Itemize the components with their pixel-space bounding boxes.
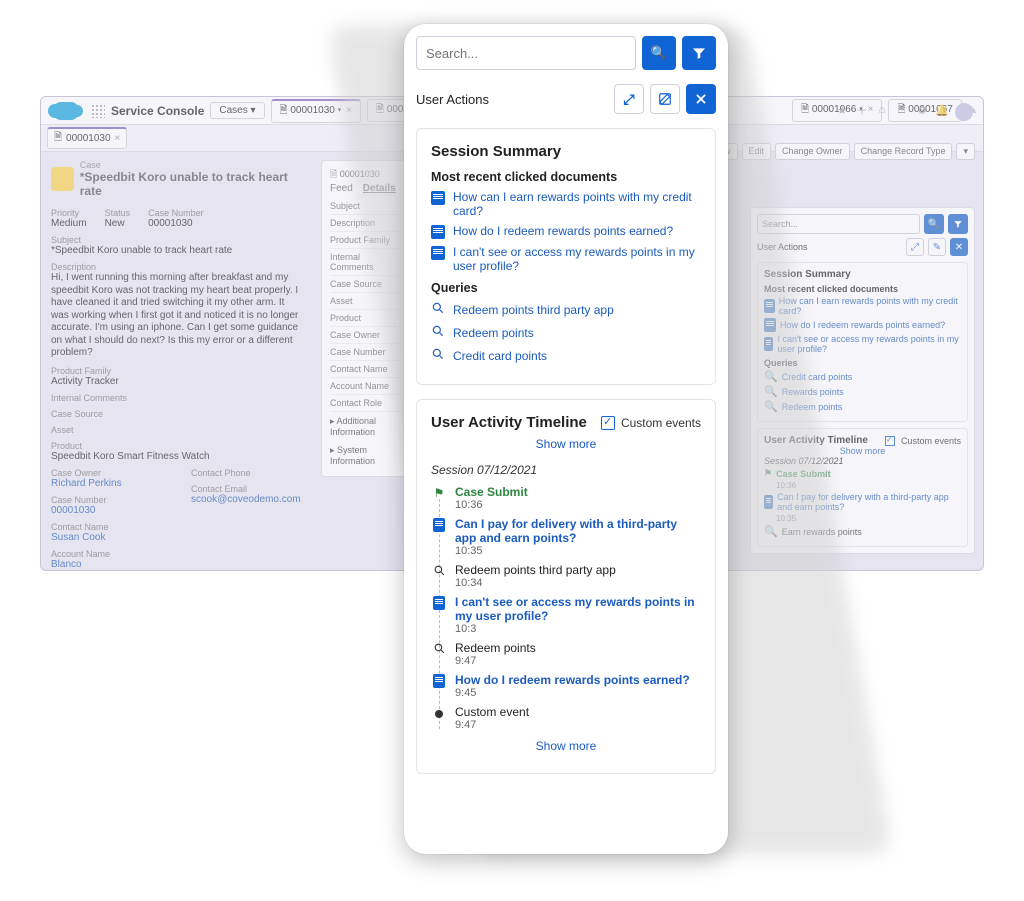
expand-icon	[623, 91, 634, 108]
document-icon	[431, 191, 445, 205]
document-icon	[431, 246, 445, 260]
salesforce-logo-icon	[53, 102, 79, 120]
event-dot-icon	[431, 706, 447, 718]
document-icon	[431, 596, 447, 610]
search-icon	[431, 324, 445, 341]
case-owner-link[interactable]: Richard Perkins	[51, 478, 161, 489]
more-actions-button[interactable]: ▾	[956, 143, 975, 160]
custom-events-checkbox[interactable]: Custom events	[601, 416, 701, 430]
case-icon	[51, 167, 74, 191]
question-icon: ?	[895, 103, 909, 117]
avatar-icon	[955, 103, 973, 121]
mini-expand-icon[interactable]: ⤢	[906, 238, 924, 256]
session-summary-card: Session Summary Most recent clicked docu…	[416, 128, 716, 385]
home-icon: ⌂	[875, 103, 889, 117]
timeline-item: Can I pay for delivery with a third-part…	[431, 513, 701, 559]
close-button[interactable]	[686, 84, 716, 114]
case-highlight-panel: Case *Speedbit Koro unable to track hear…	[41, 152, 311, 569]
close-icon	[694, 92, 708, 106]
case-title: *Speedbit Koro unable to track heart rat…	[80, 170, 301, 198]
query-item[interactable]: Redeem points third party app	[431, 301, 701, 318]
show-more-bottom[interactable]: Show more	[431, 733, 701, 759]
mini-session-summary-title: Session Summary	[764, 269, 961, 280]
user-activity-timeline-card: User Activity Timeline Custom events Sho…	[416, 399, 716, 774]
timeline-doc-link[interactable]: Can I pay for delivery with a third-part…	[455, 517, 701, 545]
app-launcher-icon[interactable]	[91, 104, 105, 118]
timeline-item: Custom event9:47	[431, 701, 701, 733]
search-icon	[431, 564, 447, 577]
queries-header: Queries	[431, 281, 701, 295]
search-icon	[431, 642, 447, 655]
user-actions-popup: User Actions Session Summary Most recent…	[404, 24, 728, 854]
record-type-label: Case	[80, 160, 301, 170]
case-description: Hi, I went running this morning after br…	[51, 272, 301, 360]
timeline-item: Redeem points third party app10:34	[431, 559, 701, 591]
timeline-item: ⚑ Case Submit10:36	[431, 481, 701, 513]
document-icon	[431, 518, 447, 532]
timeline-item: Redeem points9:47	[431, 637, 701, 669]
search-input[interactable]	[416, 36, 636, 70]
show-more-top[interactable]: Show more	[431, 431, 701, 457]
plus-icon: ＋	[855, 103, 869, 117]
timeline-doc-link[interactable]: How do I redeem rewards points earned?	[455, 673, 690, 687]
clicked-doc-link[interactable]: How do I redeem rewards points earned?	[431, 224, 701, 239]
search-icon	[651, 45, 667, 61]
timeline-list: ⚑ Case Submit10:36 Can I pay for deliver…	[431, 481, 701, 733]
document-icon	[431, 674, 447, 688]
edit-button[interactable]	[650, 84, 680, 114]
change-record-type-button[interactable]: Change Record Type	[854, 143, 953, 160]
query-item[interactable]: Redeem points	[431, 324, 701, 341]
global-header-icons: ★ ＋ ⌂ ? ⚙ 🔔	[835, 103, 973, 121]
bell-icon: 🔔	[935, 103, 949, 117]
document-icon	[431, 225, 445, 239]
mini-edit-icon[interactable]: ✎	[928, 238, 946, 256]
filter-button[interactable]	[682, 36, 716, 70]
nav-cases[interactable]: Cases ▾	[210, 102, 264, 119]
checkbox-icon	[601, 416, 615, 430]
contact-email-link[interactable]: scook@coveodemo.com	[191, 494, 301, 505]
flag-icon: ⚑	[431, 486, 447, 500]
account-name-link[interactable]: Blanco	[51, 559, 161, 570]
session-summary-title: Session Summary	[431, 143, 701, 160]
app-name: Service Console	[111, 104, 204, 118]
clicked-doc-link[interactable]: I can't see or access my rewards points …	[431, 245, 701, 273]
case-number-link[interactable]: 00001030	[51, 505, 161, 516]
search-button[interactable]	[642, 36, 676, 70]
change-owner-button[interactable]: Change Owner	[775, 143, 850, 160]
timeline-title: User Activity Timeline	[431, 414, 587, 431]
search-icon	[431, 347, 445, 364]
query-item[interactable]: Credit card points	[431, 347, 701, 364]
expand-button[interactable]	[614, 84, 644, 114]
funnel-icon	[691, 45, 707, 61]
timeline-item: I can't see or access my rewards points …	[431, 591, 701, 637]
contact-name-link[interactable]: Susan Cook	[51, 532, 161, 543]
clicked-docs-header: Most recent clicked documents	[431, 170, 701, 184]
timeline-item: How do I redeem rewards points earned?9:…	[431, 669, 701, 701]
mini-filter-button[interactable]	[948, 214, 968, 234]
timeline-doc-link[interactable]: I can't see or access my rewards points …	[455, 595, 701, 623]
search-icon	[431, 301, 445, 318]
star-icon: ★	[835, 103, 849, 117]
gear-icon: ⚙	[915, 103, 929, 117]
session-label: Session 07/12/2021	[431, 463, 701, 477]
tab-feed[interactable]: Feed	[330, 183, 353, 194]
mini-custom-events-checkbox[interactable]: Custom events	[885, 436, 961, 446]
clicked-doc-link[interactable]: How can I earn rewards points with my cr…	[431, 190, 701, 218]
user-actions-title: User Actions	[416, 92, 489, 107]
mini-search-button[interactable]: 🔍	[924, 214, 944, 234]
mini-close-icon[interactable]: ✕	[950, 238, 968, 256]
subtab-1[interactable]: 🗎 00001030 ×	[47, 127, 127, 149]
edit-icon	[658, 92, 672, 106]
